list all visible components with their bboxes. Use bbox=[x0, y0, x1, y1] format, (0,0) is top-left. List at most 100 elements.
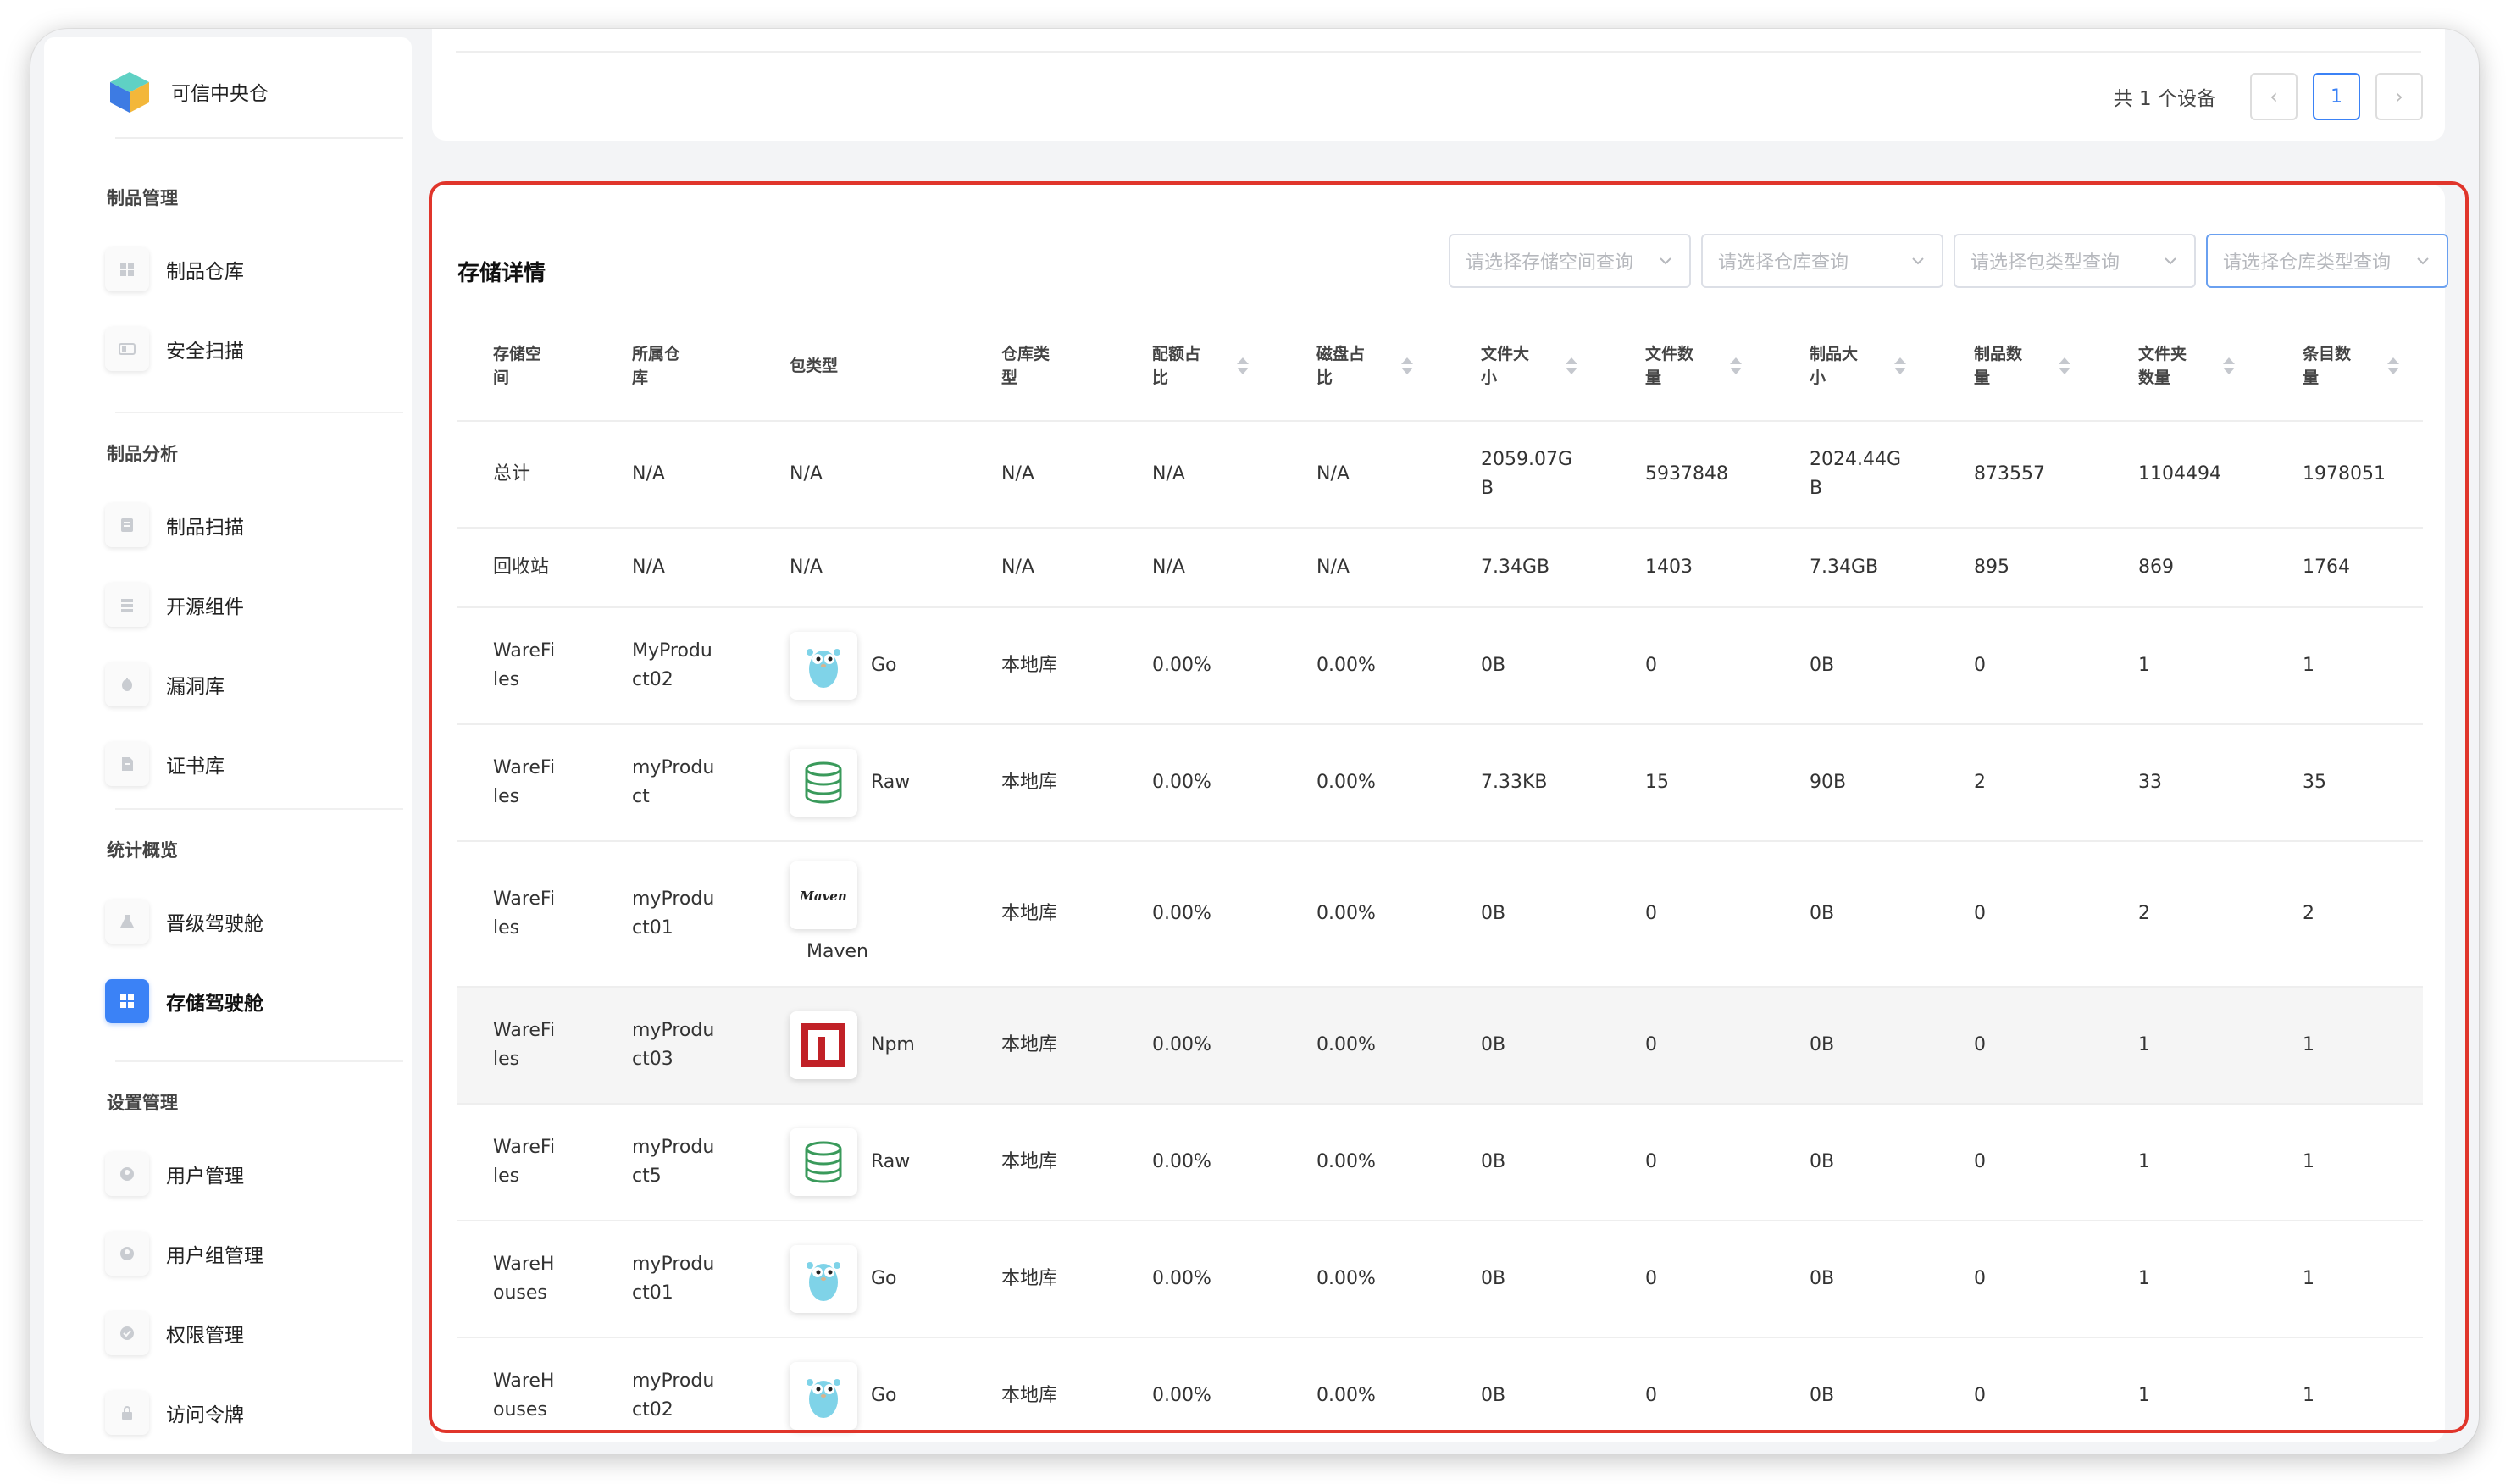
cell-artifact-size: 0B bbox=[1774, 841, 1938, 988]
cell-artifact-size: 0B bbox=[1774, 607, 1938, 725]
cell-entry-count: 1 bbox=[2267, 987, 2423, 1105]
column-header-label: 磁盘占比 bbox=[1316, 345, 1366, 387]
cell-value: 1 bbox=[2138, 655, 2150, 676]
filter-storage-space[interactable]: 请选择存储空间查询 bbox=[1449, 234, 1691, 288]
sort-icon[interactable] bbox=[1237, 357, 1249, 374]
cell-value: 90B bbox=[1810, 772, 1847, 793]
column-header-label: 制品数量 bbox=[1974, 345, 2023, 387]
sort-icon[interactable] bbox=[2059, 357, 2070, 374]
sidebar-item-2-0[interactable]: 晋级驾驶舱 bbox=[105, 896, 263, 947]
cell-value: N/A bbox=[1152, 463, 1185, 485]
cell-repo: myProduct02 bbox=[596, 1337, 754, 1454]
cell-value: 2024.44GB bbox=[1810, 449, 1902, 499]
cell-file-size: 0B bbox=[1445, 1104, 1610, 1221]
cell-value: 0B bbox=[1481, 1034, 1506, 1055]
table-row[interactable]: WareFiles myProduct Raw 本地库 0.00% 0.00% 7.33KB… bbox=[457, 724, 2423, 842]
filter-repository-type[interactable]: 请选择仓库类型查询 bbox=[2206, 234, 2448, 288]
brand[interactable]: 可信中央仓 bbox=[107, 63, 269, 120]
cell-artifact-count: 0 bbox=[1938, 1104, 2103, 1221]
cell-value: N/A bbox=[1001, 556, 1034, 578]
cell-value: 1 bbox=[2303, 1151, 2314, 1172]
cell-file-size: 7.33KB bbox=[1445, 724, 1610, 842]
cell-value: 35 bbox=[2303, 772, 2326, 793]
table-row[interactable]: WareHouses myProduct02 Go 本地库 0.00% 0.00% 0B 0 0… bbox=[457, 1337, 2423, 1454]
column-header: 仓库类型 bbox=[966, 312, 1117, 422]
cell-entry-count: 35 bbox=[2267, 724, 2423, 842]
cell-file-count: 0 bbox=[1610, 987, 1774, 1105]
cell-value: 本地库 bbox=[1001, 655, 1058, 676]
table-row[interactable]: 总计 N/A N/A N/A N/A N/A 2059.07GB 5937848 2024.44… bbox=[457, 421, 2423, 529]
next-page-button[interactable]: › bbox=[2375, 73, 2423, 120]
sidebar-item-label: 权限管理 bbox=[166, 1325, 244, 1347]
cell-quota: 0.00% bbox=[1117, 1104, 1281, 1221]
storage-title: 存储详情 bbox=[457, 261, 546, 286]
cell-value: myProduct02 bbox=[632, 1370, 715, 1420]
sidebar-item-0-0[interactable]: 制品仓库 bbox=[105, 244, 244, 295]
cell-artifact-size: 7.34GB bbox=[1774, 528, 1938, 608]
filter-repository[interactable]: 请选择仓库查询 bbox=[1701, 234, 1943, 288]
sidebar-item-1-3[interactable]: 证书库 bbox=[105, 739, 224, 789]
column-header[interactable]: 配额占比 bbox=[1117, 312, 1281, 422]
table-row[interactable]: WareFiles myProduct01 Maven Maven 本地库 0.00% 0.… bbox=[457, 841, 2423, 988]
cell-value: 1 bbox=[2138, 1151, 2150, 1172]
bug-icon bbox=[105, 662, 149, 706]
cell-value: 0.00% bbox=[1316, 1034, 1376, 1055]
sidebar-item-2-1[interactable]: 存储驾驶舱 bbox=[105, 976, 263, 1027]
column-header-label: 配额占比 bbox=[1152, 345, 1201, 387]
sidebar-item-3-3[interactable]: 访问令牌 bbox=[105, 1387, 244, 1438]
filter-bar: 请选择存储空间查询 请选择仓库查询 请选择包类型查询 请选择仓库类型查询 bbox=[1438, 234, 2448, 288]
cell-space: 总计 bbox=[457, 421, 596, 529]
column-header[interactable]: 文件夹数量 bbox=[2103, 312, 2267, 422]
table-row[interactable]: WareHouses myProduct01 Go 本地库 0.00% 0.00% 0B 0 0… bbox=[457, 1221, 2423, 1338]
sidebar-item-3-1[interactable]: 用户组管理 bbox=[105, 1228, 263, 1279]
cell-value: 本地库 bbox=[1001, 903, 1058, 924]
cell-space: WareHouses bbox=[457, 1337, 596, 1454]
sort-icon[interactable] bbox=[1730, 357, 1742, 374]
sort-icon[interactable] bbox=[1401, 357, 1413, 374]
prev-page-button[interactable]: ‹ bbox=[2250, 73, 2298, 120]
cell-artifact-count: 2 bbox=[1938, 724, 2103, 842]
filter-package-type[interactable]: 请选择包类型查询 bbox=[1954, 234, 2196, 288]
sidebar-item-3-0[interactable]: 用户管理 bbox=[105, 1149, 244, 1199]
sidebar-item-label: 开源组件 bbox=[166, 596, 244, 618]
cell-space: WareFiles bbox=[457, 724, 596, 842]
sidebar-item-1-1[interactable]: 开源组件 bbox=[105, 579, 244, 630]
scan-card-icon bbox=[105, 327, 149, 371]
divider bbox=[115, 808, 403, 810]
cell-value: 0 bbox=[1645, 1034, 1657, 1055]
sidebar-item-1-2[interactable]: 漏洞库 bbox=[105, 659, 224, 710]
table-row[interactable]: WareFiles myProduct03 Npm 本地库 0.00% 0.00% 0B 0 0… bbox=[457, 987, 2423, 1105]
column-header[interactable]: 文件大小 bbox=[1445, 312, 1610, 422]
column-header[interactable]: 磁盘占比 bbox=[1281, 312, 1445, 422]
sidebar-item-1-0[interactable]: 制品扫描 bbox=[105, 500, 244, 551]
sort-icon[interactable] bbox=[1566, 357, 1577, 374]
sidebar-item-3-2[interactable]: 权限管理 bbox=[105, 1308, 244, 1359]
table-row[interactable]: 回收站 N/A N/A N/A N/A N/A 7.34GB 1403 7.34GB 895 869… bbox=[457, 528, 2423, 608]
cell-value: 1 bbox=[2303, 655, 2314, 676]
column-header-label: 存储空间 bbox=[493, 345, 542, 387]
page-1-button[interactable]: 1 bbox=[2313, 73, 2360, 120]
column-header[interactable]: 条目数量 bbox=[2267, 312, 2423, 422]
sort-icon[interactable] bbox=[2387, 357, 2399, 374]
cell-value: 0.00% bbox=[1152, 1268, 1211, 1289]
column-header[interactable]: 制品数量 bbox=[1938, 312, 2103, 422]
sort-icon[interactable] bbox=[1894, 357, 1906, 374]
cell-folder-count: 1 bbox=[2103, 607, 2267, 725]
column-header-label: 文件数量 bbox=[1645, 345, 1694, 387]
column-header-label: 制品大小 bbox=[1810, 345, 1859, 387]
package-type-label: Npm bbox=[871, 1034, 915, 1055]
table-row[interactable]: WareFiles myProduct5 Raw 本地库 0.00% 0.00% 0B 0 0B… bbox=[457, 1104, 2423, 1221]
chevron-down-icon bbox=[1912, 257, 1924, 265]
table-row[interactable]: WareFiles MyProduct02 Go 本地库 0.00% 0.00% 0B 0 0B… bbox=[457, 607, 2423, 725]
cell-file-count: 15 bbox=[1610, 724, 1774, 842]
sort-icon[interactable] bbox=[2223, 357, 2235, 374]
column-header[interactable]: 文件数量 bbox=[1610, 312, 1774, 422]
cell-value: 0 bbox=[1645, 1151, 1657, 1172]
cell-space: WareFiles bbox=[457, 1104, 596, 1221]
sidebar-item-label: 访问令牌 bbox=[166, 1404, 244, 1426]
sidebar-item-0-1[interactable]: 安全扫描 bbox=[105, 324, 244, 374]
list-icon bbox=[105, 583, 149, 627]
column-header: 所属仓库 bbox=[596, 312, 754, 422]
column-header-label: 文件大小 bbox=[1481, 345, 1530, 387]
column-header[interactable]: 制品大小 bbox=[1774, 312, 1938, 422]
